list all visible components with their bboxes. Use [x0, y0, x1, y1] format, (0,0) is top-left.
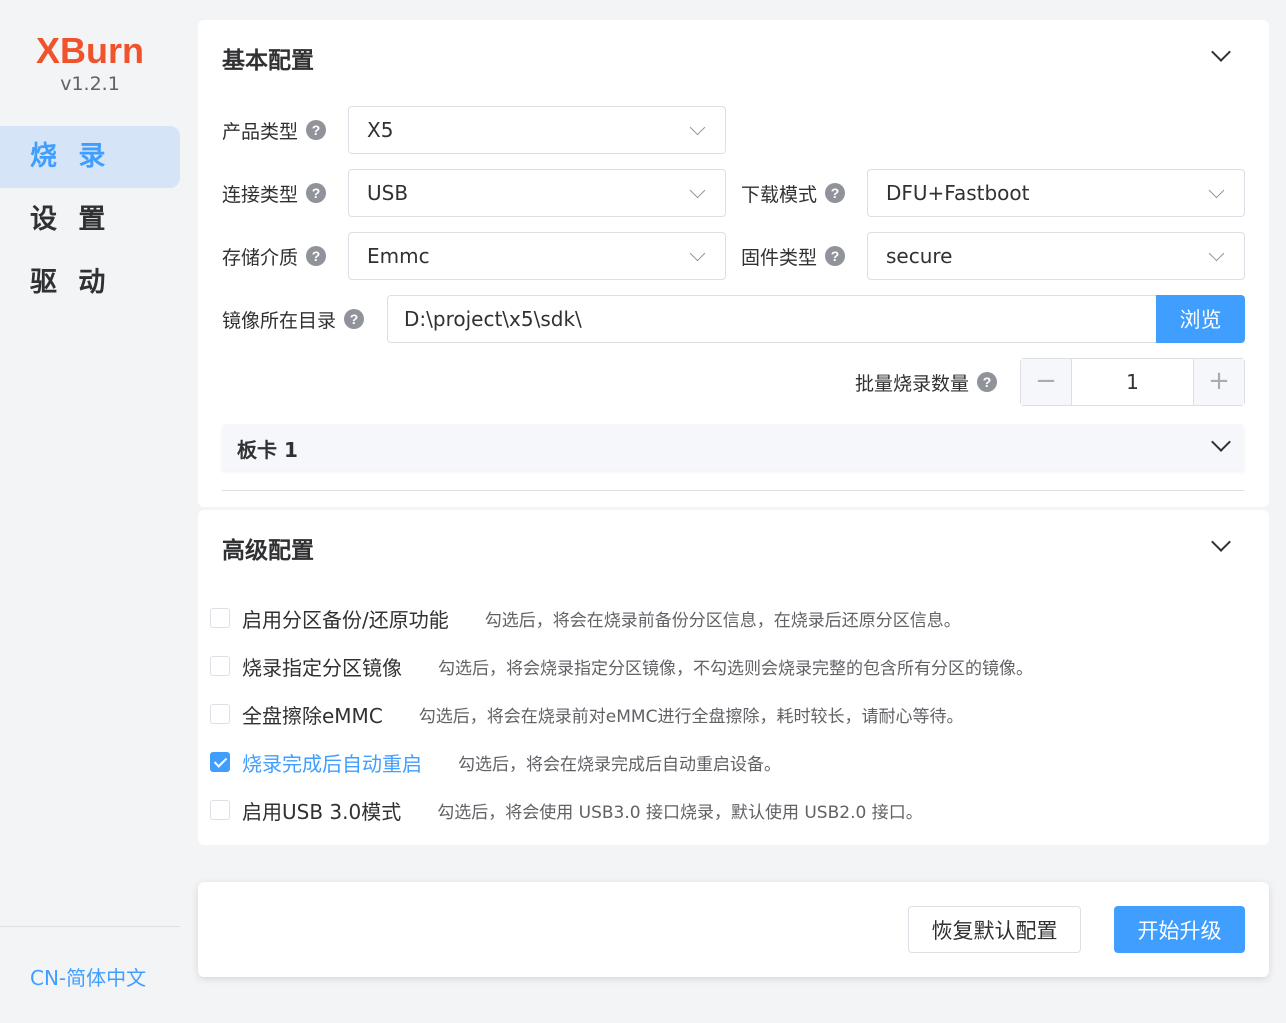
collapse-basic-chevron-icon[interactable] — [1211, 42, 1231, 62]
plus-button[interactable]: + — [1194, 359, 1244, 405]
option-description: 勾选后，将会在烧录前对eMMC进行全盘擦除，耗时较长，请耐心等待。 — [418, 706, 964, 727]
firmware-type-value: secure — [886, 244, 953, 268]
option-label[interactable]: 启用USB 3.0模式 — [242, 796, 401, 825]
chevron-down-icon — [1208, 245, 1225, 262]
storage-help-icon[interactable]: ? — [306, 246, 327, 266]
batch-count-stepper: − 1 + — [1020, 358, 1245, 406]
option-specific-partition[interactable]: 烧录指定分区镜像 勾选后，将会烧录指定分区镜像，不勾选则会烧录完整的包含所有分区… — [210, 651, 1033, 681]
chevron-down-icon — [689, 182, 706, 199]
batch-count-help-icon[interactable]: ? — [977, 372, 998, 392]
download-mode-label-text: 下载模式 — [741, 183, 818, 206]
advanced-config-title: 高级配置 — [222, 538, 314, 564]
storage-value: Emmc — [367, 244, 430, 268]
option-label[interactable]: 启用分区备份/还原功能 — [242, 604, 449, 633]
reset-defaults-button[interactable]: 恢复默认配置 — [908, 906, 1081, 953]
download-mode-help-icon[interactable]: ? — [825, 183, 846, 203]
image-dir-input[interactable]: D:\project\x5\sdk\ — [387, 295, 1157, 343]
image-dir-label: 镜像所在目录 ? — [222, 295, 365, 343]
product-type-value: X5 — [367, 118, 394, 142]
usb3-checkbox[interactable] — [210, 800, 230, 820]
image-dir-help-icon[interactable]: ? — [344, 309, 365, 329]
option-description: 勾选后，将会在烧录完成后自动重启设备。 — [458, 754, 781, 775]
collapse-board-chevron-icon[interactable] — [1211, 432, 1231, 452]
option-description: 勾选后，将会烧录指定分区镜像，不勾选则会烧录完整的包含所有分区的镜像。 — [438, 658, 1033, 679]
connect-type-help-icon[interactable]: ? — [306, 183, 327, 203]
minus-button[interactable]: − — [1021, 359, 1071, 405]
option-description: 勾选后，将会在烧录前备份分区信息，在烧录后还原分区信息。 — [484, 610, 961, 631]
firmware-type-label: 固件类型 ? — [741, 232, 846, 280]
basic-config-card: 基本配置 产品类型 ? X5 连接类型 ? USB 下载模式 ? DFU+Fas… — [198, 20, 1269, 507]
download-mode-value: DFU+Fastboot — [886, 181, 1030, 205]
product-type-help-icon[interactable]: ? — [306, 120, 327, 140]
board-title: 板卡 1 — [237, 438, 298, 462]
chevron-down-icon — [689, 119, 706, 136]
action-bar: 恢复默认配置 开始升级 — [198, 882, 1269, 977]
app-version: v1.2.1 — [60, 73, 120, 95]
board-divider — [222, 490, 1244, 491]
nav-item-burn[interactable]: 烧 录 — [0, 126, 180, 188]
app-logo: XBurn — [36, 30, 144, 71]
option-label[interactable]: 烧录指定分区镜像 — [242, 652, 402, 681]
board-panel-header[interactable]: 板卡 1 — [222, 424, 1244, 470]
option-usb3[interactable]: 启用USB 3.0模式 勾选后，将会使用 USB3.0 接口烧录，默认使用 US… — [210, 795, 923, 825]
partition-backup-checkbox[interactable] — [210, 608, 230, 628]
auto-reboot-checkbox[interactable] — [210, 752, 230, 772]
basic-config-title: 基本配置 — [222, 48, 314, 74]
batch-count-value[interactable]: 1 — [1071, 359, 1194, 405]
product-type-select[interactable]: X5 — [348, 106, 726, 154]
option-label[interactable]: 全盘擦除eMMC — [242, 700, 383, 729]
product-type-label: 产品类型 ? — [222, 106, 327, 154]
erase-emmc-checkbox[interactable] — [210, 704, 230, 724]
connect-type-label: 连接类型 ? — [222, 169, 327, 217]
chevron-down-icon — [689, 245, 706, 262]
firmware-type-help-icon[interactable]: ? — [825, 246, 846, 266]
sidebar: XBurn v1.2.1 烧 录 设 置 驱 动 CN-简体中文 — [0, 0, 180, 1023]
option-erase-emmc[interactable]: 全盘擦除eMMC 勾选后，将会在烧录前对eMMC进行全盘擦除，耗时较长，请耐心等… — [210, 699, 963, 729]
storage-label-text: 存储介质 — [222, 246, 299, 269]
sidebar-divider — [0, 926, 180, 927]
option-auto-reboot[interactable]: 烧录完成后自动重启 勾选后，将会在烧录完成后自动重启设备。 — [210, 747, 781, 777]
nav-item-settings[interactable]: 设 置 — [0, 189, 180, 251]
product-type-label-text: 产品类型 — [222, 120, 299, 143]
batch-count-label: 批量烧录数量 ? — [855, 358, 998, 406]
image-dir-label-text: 镜像所在目录 — [222, 309, 337, 332]
nav-item-driver[interactable]: 驱 动 — [0, 252, 180, 314]
batch-count-label-text: 批量烧录数量 — [855, 372, 970, 395]
option-label[interactable]: 烧录完成后自动重启 — [242, 748, 422, 777]
advanced-config-card: 高级配置 启用分区备份/还原功能 勾选后，将会在烧录前备份分区信息，在烧录后还原… — [198, 510, 1269, 845]
connect-type-label-text: 连接类型 — [222, 183, 299, 206]
firmware-type-label-text: 固件类型 — [741, 246, 818, 269]
connect-type-value: USB — [367, 181, 409, 205]
download-mode-label: 下载模式 ? — [741, 169, 846, 217]
browse-button[interactable]: 浏览 — [1156, 295, 1245, 343]
collapse-advanced-chevron-icon[interactable] — [1211, 532, 1231, 552]
option-description: 勾选后，将会使用 USB3.0 接口烧录，默认使用 USB2.0 接口。 — [437, 802, 923, 823]
firmware-type-select[interactable]: secure — [867, 232, 1245, 280]
storage-select[interactable]: Emmc — [348, 232, 726, 280]
language-switch[interactable]: CN-简体中文 — [30, 962, 146, 991]
specific-partition-checkbox[interactable] — [210, 656, 230, 676]
storage-label: 存储介质 ? — [222, 232, 327, 280]
connect-type-select[interactable]: USB — [348, 169, 726, 217]
download-mode-select[interactable]: DFU+Fastboot — [867, 169, 1245, 217]
start-upgrade-button[interactable]: 开始升级 — [1114, 906, 1245, 953]
option-partition-backup[interactable]: 启用分区备份/还原功能 勾选后，将会在烧录前备份分区信息，在烧录后还原分区信息。 — [210, 603, 961, 633]
chevron-down-icon — [1208, 182, 1225, 199]
